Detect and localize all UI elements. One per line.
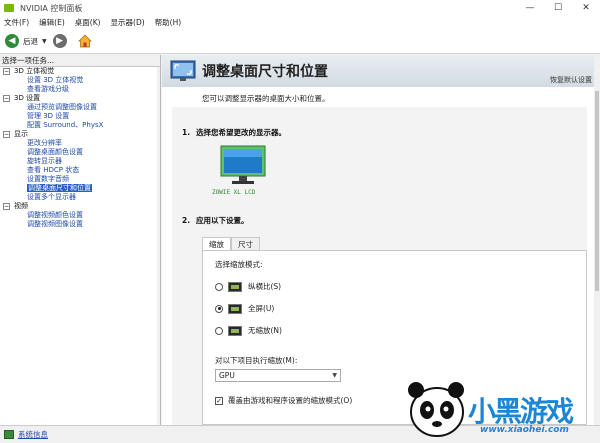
system-info-icon[interactable] — [4, 430, 14, 439]
close-button[interactable]: ✕ — [572, 0, 600, 16]
menu-desktop[interactable]: 桌面(K) — [75, 17, 101, 28]
panda-mascot-icon — [408, 382, 464, 437]
task-sidebar: 选择一项任务... − 3D 立体视觉 设置 3D 立体视觉 查看游戏分级 − … — [0, 55, 161, 425]
tree-item-desktop-size-position[interactable]: 调整桌面尺寸和位置 — [0, 184, 160, 193]
tree-category-label: 视频 — [14, 202, 28, 210]
page-title: 调整桌面尺寸和位置 — [202, 64, 328, 80]
collapse-icon[interactable]: − — [3, 131, 10, 138]
menu-edit[interactable]: 编辑(E) — [39, 17, 65, 28]
tree-item-video-image[interactable]: 调整视频图像设置 — [0, 220, 160, 229]
sidebar-scrollbar[interactable] — [157, 67, 160, 425]
tree-item-hdcp-status[interactable]: 查看 HDCP 状态 — [0, 166, 160, 175]
override-scaling-label: 覆盖由游戏和程序设置的缩放模式(O) — [228, 396, 353, 405]
tree-item-configure-surround-physx[interactable]: 配置 Surround、PhysX — [0, 121, 160, 130]
tree-item-manage-3d-settings[interactable]: 管理 3D 设置 — [0, 112, 160, 121]
override-scaling-checkbox[interactable]: ✓ — [215, 396, 223, 405]
mode-aspect-ratio[interactable]: 纵横比(S) — [215, 281, 281, 292]
restore-defaults-link[interactable]: 恢复默认设置 — [550, 75, 592, 85]
radio-full-screen[interactable] — [215, 304, 223, 313]
override-scaling-row[interactable]: ✓ 覆盖由游戏和程序设置的缩放模式(O) — [215, 395, 352, 406]
collapse-icon[interactable]: − — [3, 203, 10, 210]
chevron-down-icon: ▼ — [332, 372, 337, 379]
home-icon[interactable] — [77, 33, 93, 49]
desktop-resize-icon — [170, 60, 196, 81]
task-header: 选择一项任务... — [0, 55, 160, 67]
mode-label: 无缩放(N) — [248, 326, 282, 335]
tree-item-setup-3d-stereo[interactable]: 设置 3D 立体视觉 — [0, 76, 160, 85]
radio-aspect-ratio[interactable] — [215, 282, 223, 291]
tree-item-desktop-color[interactable]: 调整桌面颜色设置 — [0, 148, 160, 157]
watermark-logo: 小黑游戏 www.xiaohei.com — [400, 370, 600, 443]
minimize-button[interactable]: — — [516, 0, 544, 16]
scrollbar-thumb[interactable] — [595, 91, 599, 291]
collapse-icon[interactable]: − — [3, 95, 10, 102]
tree-item-preview-image-settings[interactable]: 通过预览调整图像设置 — [0, 103, 160, 112]
menu-bar: 文件(F) 编辑(E) 桌面(K) 显示器(D) 帮助(H) — [0, 16, 600, 29]
tree-item-multiple-displays[interactable]: 设置多个显示器 — [0, 193, 160, 202]
tree-category-label: 3D 立体视觉 — [14, 67, 55, 75]
nvidia-logo-icon — [4, 4, 14, 12]
section-apply-settings: 2. 应用以下设置。 — [182, 216, 249, 225]
perform-scaling-label: 对以下项目执行缩放(M): — [215, 356, 298, 365]
watermark-brand: 小黑游戏 — [468, 395, 574, 428]
title-bar: NVIDIA 控制面板 — ☐ ✕ — [0, 0, 600, 16]
back-button-label[interactable]: 后退 — [23, 36, 38, 47]
tree-category-video[interactable]: − 视频 — [0, 202, 160, 211]
menu-file[interactable]: 文件(F) — [4, 17, 29, 28]
select-value: GPU — [219, 371, 235, 380]
radio-no-scaling[interactable] — [215, 326, 223, 335]
mode-full-screen[interactable]: 全屏(U) — [215, 303, 274, 314]
mode-no-scaling[interactable]: 无缩放(N) — [215, 325, 282, 336]
system-info-link[interactable]: 系统信息 — [18, 429, 48, 440]
maximize-button[interactable]: ☐ — [544, 0, 572, 16]
page-banner: 调整桌面尺寸和位置 恢复默认设置 — [162, 55, 600, 87]
menu-help[interactable]: 帮助(H) — [155, 17, 182, 28]
tree-category-3d-settings[interactable]: − 3D 设置 — [0, 94, 160, 103]
tree-item-video-color[interactable]: 调整视频颜色设置 — [0, 211, 160, 220]
tab-size[interactable]: 尺寸 — [231, 237, 260, 250]
full-screen-icon — [228, 303, 242, 314]
toolbar: ◀ 后退 ▼ ▶ — [0, 29, 600, 54]
page-description: 您可以调整显示器的桌面大小和位置。 — [202, 94, 330, 103]
tree-item-digital-audio[interactable]: 设置数字音频 — [0, 175, 160, 184]
mode-label: 纵横比(S) — [248, 282, 282, 291]
tree-item-change-resolution[interactable]: 更改分辨率 — [0, 139, 160, 148]
aspect-ratio-icon — [228, 281, 242, 292]
forward-arrow-icon[interactable]: ▶ — [52, 34, 67, 48]
task-tree: − 3D 立体视觉 设置 3D 立体视觉 查看游戏分级 − 3D 设置 通过预览… — [0, 67, 160, 229]
tree-category-display[interactable]: − 显示 — [0, 130, 160, 139]
collapse-icon[interactable]: − — [3, 68, 10, 75]
section-select-display: 1. 选择您希望更改的显示器。 — [182, 128, 286, 137]
tree-category-3d-stereo[interactable]: − 3D 立体视觉 — [0, 67, 160, 76]
monitor-label[interactable]: ZOWIE XL LCD — [212, 189, 255, 196]
back-history-dropdown[interactable]: ▼ — [42, 38, 47, 45]
tree-item-game-ratings[interactable]: 查看游戏分级 — [0, 85, 160, 94]
scaling-mode-label: 选择缩放模式: — [215, 260, 263, 269]
perform-scaling-select[interactable]: GPU ▼ — [215, 369, 341, 382]
settings-tabs: 缩放 尺寸 — [202, 237, 260, 250]
tab-scaling[interactable]: 缩放 — [202, 237, 231, 250]
no-scaling-icon — [228, 325, 242, 336]
back-arrow-icon[interactable]: ◀ — [5, 34, 19, 48]
tree-category-label: 3D 设置 — [14, 94, 41, 102]
menu-display[interactable]: 显示器(D) — [111, 17, 145, 28]
monitor-icon[interactable] — [220, 145, 266, 187]
tree-category-label: 显示 — [14, 130, 28, 138]
window-title: NVIDIA 控制面板 — [20, 3, 83, 13]
tree-item-rotate-display[interactable]: 旋转显示器 — [0, 157, 160, 166]
mode-label: 全屏(U) — [248, 304, 275, 313]
watermark-url: www.xiaohei.com — [480, 425, 569, 435]
